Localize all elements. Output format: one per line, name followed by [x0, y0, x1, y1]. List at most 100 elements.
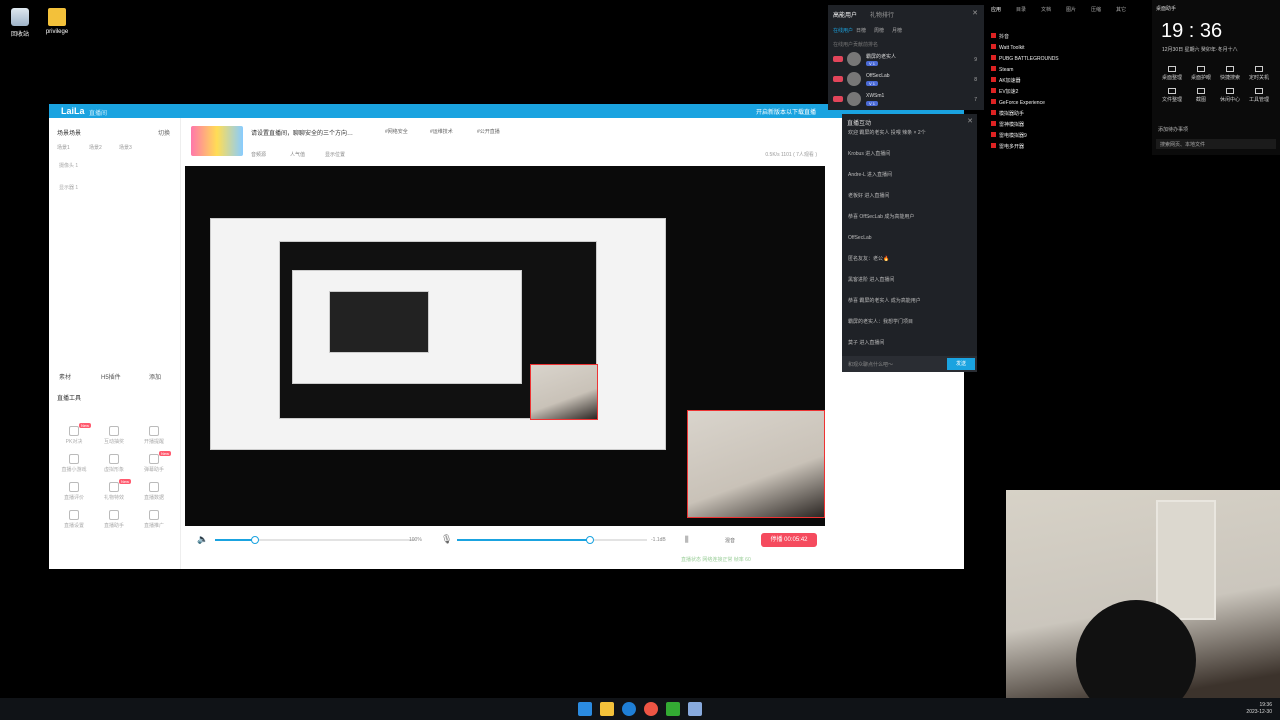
app-label: EV加速2 [999, 89, 1019, 95]
speaker-icon[interactable]: 🔈 [197, 534, 208, 545]
tool-item[interactable]: 开播提醒 [139, 426, 169, 445]
tool-item[interactable]: 直播设置 [59, 510, 89, 529]
send-button[interactable]: 发送 [947, 358, 975, 370]
sidebar: 场景场景 切换 场景1 场景2 场景3 摄像头 1 显示器 1 素材 H5插件 … [49, 118, 181, 569]
equalizer-icon[interactable]: ⫼ [685, 535, 689, 545]
applist-tab[interactable]: 压缩 [1091, 6, 1101, 13]
stream-preview[interactable] [185, 166, 825, 526]
tool-item[interactable]: 虚拟形象 [99, 454, 129, 473]
app-icon [991, 77, 996, 82]
streaming-app-icon[interactable] [688, 702, 702, 716]
app-item[interactable]: Steam [991, 66, 1013, 73]
cover-image[interactable] [191, 126, 243, 156]
stream-title[interactable]: 请设置直播间，聊聊安全的三个方向… [251, 128, 353, 137]
app-item[interactable]: GeForce Experience [991, 99, 1045, 106]
mix-button[interactable]: 混音 [725, 537, 735, 544]
scene-tab[interactable]: 场景2 [89, 144, 102, 151]
applist-tab[interactable]: 目录 [1016, 6, 1026, 13]
meta-item[interactable]: 音频源 [251, 151, 266, 158]
source-item[interactable]: 摄像头 1 [59, 162, 78, 169]
widget-label: 截图 [1195, 97, 1206, 103]
tag[interactable]: #网络安全 [385, 128, 408, 135]
viewer-row[interactable]: 霸屏的老实人 V 1 9 [831, 51, 981, 69]
search-input[interactable]: 搜索网页、本地文件 [1156, 139, 1276, 149]
app-item[interactable]: AK加速器 [991, 77, 1021, 84]
tool-item[interactable]: 礼物特效 New [99, 479, 131, 501]
add-tab[interactable]: 添加 [149, 372, 161, 381]
edge-icon[interactable] [622, 702, 636, 716]
tag[interactable]: #运维技术 [430, 128, 453, 135]
widget-button[interactable]: 定时关机 [1245, 66, 1273, 81]
applist-tab[interactable]: 应用 [991, 6, 1001, 13]
widget-button[interactable]: 工具管理 [1245, 88, 1273, 103]
switch-button[interactable]: 切换 [158, 128, 170, 137]
tab-gift-rank[interactable]: 礼物排行 [870, 10, 894, 19]
privilege-folder-icon[interactable]: privilege [37, 8, 77, 35]
tool-item[interactable]: 直播小游戏 [59, 454, 89, 473]
tool-item[interactable]: 直播评价 [59, 482, 89, 501]
applist-tab[interactable]: 文档 [1041, 6, 1051, 13]
search-placeholder: 搜索网页、本地文件 [1160, 142, 1206, 148]
download-cta-link[interactable]: 开启新版本以下载直播 [756, 107, 816, 116]
app-item[interactable]: PUBG BATTLEGROUNDS [991, 55, 1059, 62]
meta-item[interactable]: 人气值 [290, 151, 305, 158]
widget-button[interactable]: 桌面整理 [1158, 66, 1186, 81]
subtab[interactable]: 月榜 [892, 27, 902, 34]
widget-button[interactable]: 休闲中心 [1216, 88, 1244, 103]
tool-item[interactable]: 直播助手 [99, 510, 129, 529]
stop-stream-button[interactable]: 停播 00:05:42 [761, 533, 817, 547]
widget-button[interactable]: 桌面护眼 [1187, 66, 1215, 81]
widget-button[interactable]: 文件整理 [1158, 88, 1186, 103]
mic-slider[interactable] [457, 536, 647, 544]
start-icon[interactable] [578, 702, 592, 716]
widget-button[interactable]: 截图 [1187, 88, 1215, 103]
tag[interactable]: #公开直播 [477, 128, 500, 135]
close-icon[interactable]: ✕ [967, 117, 973, 125]
app-item[interactable]: 雷电多开器 [991, 143, 1024, 150]
scene-tab[interactable]: 场景3 [119, 144, 132, 151]
app-item[interactable]: EV加速2 [991, 88, 1018, 95]
chrome-icon[interactable] [644, 702, 658, 716]
tool-item[interactable]: 直播数据 [139, 482, 169, 501]
subtab[interactable]: 周榜 [874, 27, 884, 34]
material-tab[interactable]: 素材 [59, 372, 71, 381]
tool-icon [109, 454, 119, 464]
meta-item[interactable]: 显示位置 [325, 151, 345, 158]
tool-item[interactable]: PK对决 New [59, 423, 91, 445]
recycle-bin-icon[interactable]: 回收站 [0, 8, 40, 38]
tray-time: 19:36 [1259, 702, 1272, 708]
subtab[interactable]: 在线用户 [833, 27, 853, 34]
chat-input[interactable]: 和观众聊点什么吧～ 发送 [842, 356, 977, 372]
subtab[interactable]: 日榜 [856, 27, 866, 34]
tool-item[interactable]: 弹幕助手 New [139, 451, 171, 473]
applist-tab[interactable]: 图片 [1066, 6, 1076, 13]
tool-label: 直播评价 [63, 495, 84, 501]
volume-knob[interactable] [251, 536, 259, 544]
viewer-row[interactable]: XWSm1 V 1 7 [831, 91, 981, 109]
chat-message: Andre-L 进入直播间 [848, 172, 892, 178]
h5-plugin-tab[interactable]: H5插件 [101, 372, 121, 381]
file-explorer-icon[interactable] [600, 702, 614, 716]
tool-item[interactable]: 互动抽奖 [99, 426, 129, 445]
app-item[interactable]: Watt Toolkit [991, 44, 1025, 51]
widget-button[interactable]: 快捷搜索 [1216, 66, 1244, 81]
applist-tab[interactable]: 其它 [1116, 6, 1126, 13]
mic-knob[interactable] [586, 536, 594, 544]
scene-tab[interactable]: 场景1 [57, 144, 70, 151]
app-item[interactable]: 抖音 [991, 33, 1009, 40]
volume-slider[interactable] [215, 536, 415, 544]
system-tray[interactable]: 19:36 2023-12-30 [1246, 702, 1272, 716]
viewer-row[interactable]: OffSecLab V 1 8 [831, 71, 981, 89]
source-item[interactable]: 显示器 1 [59, 184, 78, 191]
tool-item[interactable]: 直播推广 [139, 510, 169, 529]
app-item[interactable]: 雷电模拟器9 [991, 132, 1027, 139]
folder-icon [48, 8, 66, 26]
app-icon[interactable] [666, 702, 680, 716]
add-todo-button[interactable]: 添加待办事项 [1158, 126, 1188, 133]
microphone-icon[interactable]: 🎙 [441, 534, 452, 545]
app-item[interactable]: 雷神模拟器 [991, 121, 1024, 128]
app-item[interactable]: 模拟器助手 [991, 110, 1024, 117]
status-bar: 直播状态 网络连接正常 帧率 60 [681, 557, 751, 563]
close-icon[interactable]: ✕ [972, 9, 978, 17]
tab-high-energy[interactable]: 高能用户 [833, 10, 857, 19]
